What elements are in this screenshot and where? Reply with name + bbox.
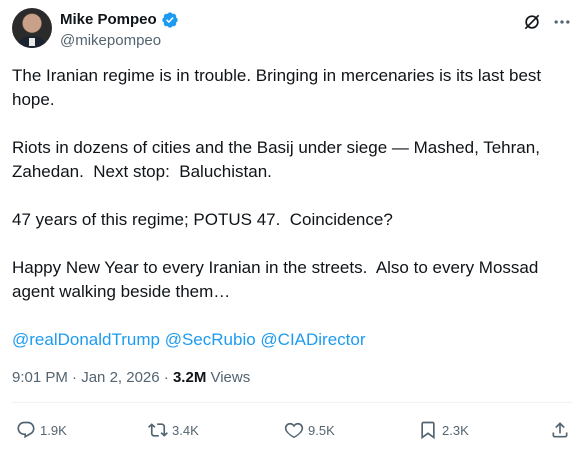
mention-link[interactable]: @realDonaldTrump (12, 330, 160, 349)
mention-link[interactable]: @CIADirector (260, 330, 365, 349)
retweet-count: 3.4K (172, 422, 199, 438)
like-button[interactable]: 9.5K (284, 420, 335, 440)
tweet-actions: 1.9K 3.4K 9.5K 2.3K (12, 420, 572, 444)
tweet-meta: 9:01 PM · Jan 2, 2026 · 3.2M Views (12, 368, 250, 388)
views-count[interactable]: 3.2M (173, 369, 206, 386)
share-button[interactable] (550, 420, 570, 440)
tweet-header: Mike Pompeo @mikepompeo (12, 8, 572, 52)
tweet-paragraph: Riots in dozens of cities and the Basij … (12, 138, 545, 181)
author-handle[interactable]: @mikepompeo (60, 31, 161, 51)
more-icon[interactable] (552, 12, 572, 32)
tweet-date[interactable]: Jan 2, 2026 (81, 369, 159, 386)
tweet-time[interactable]: 9:01 PM (12, 369, 68, 386)
tweet-paragraph: 47 years of this regime; POTUS 47. Coinc… (12, 210, 393, 229)
views-label: Views (206, 369, 251, 386)
avatar[interactable] (12, 8, 52, 48)
meta-separator: · (159, 369, 173, 386)
avatar-collar (29, 38, 35, 46)
reply-count: 1.9K (40, 422, 67, 438)
meta-separator: · (67, 369, 82, 386)
grok-icon[interactable] (522, 12, 542, 32)
like-count: 9.5K (308, 422, 335, 438)
reply-icon (17, 421, 35, 439)
tweet-paragraph: The Iranian regime is in trouble. Bringi… (12, 66, 546, 109)
tweet-paragraph: Happy New Year to every Iranian in the s… (12, 258, 544, 301)
author-name-row: Mike Pompeo (60, 10, 179, 30)
mention-link[interactable]: @SecRubio (165, 330, 256, 349)
retweet-icon (148, 423, 168, 437)
divider (12, 402, 572, 403)
bookmark-count: 2.3K (442, 422, 469, 438)
heart-icon (284, 422, 304, 439)
tweet-mentions: @realDonaldTrump @SecRubio @CIADirector (12, 328, 366, 352)
author-display-name[interactable]: Mike Pompeo (60, 10, 157, 30)
bookmark-icon (421, 421, 435, 440)
bookmark-button[interactable]: 2.3K (418, 420, 469, 440)
verified-badge-icon[interactable] (161, 11, 179, 29)
retweet-button[interactable]: 3.4K (148, 420, 199, 440)
share-icon (552, 422, 568, 438)
reply-button[interactable]: 1.9K (16, 420, 67, 440)
